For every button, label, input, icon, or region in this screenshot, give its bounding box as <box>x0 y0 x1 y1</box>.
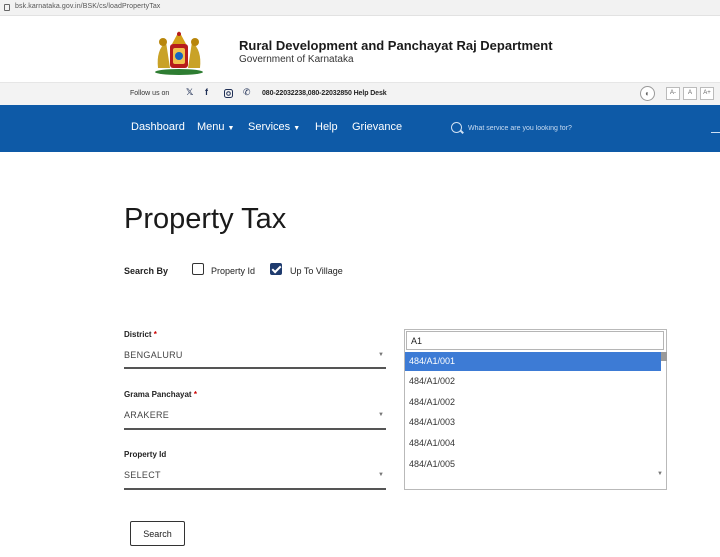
dropdown-option[interactable]: 484/A1/003 <box>405 413 661 432</box>
nav-label: Services <box>248 121 291 133</box>
nav-divider <box>711 132 720 133</box>
dropdown-option[interactable]: 484/A1/004 <box>405 434 661 453</box>
grama-panchayat-label: Grama Panchayat * <box>124 390 197 399</box>
url-text: bsk.karnataka.gov.in/BSK/cs/loadProperty… <box>15 3 161 10</box>
grama-panchayat-select-underline <box>124 428 386 430</box>
property-id-label: Property Id <box>124 450 167 459</box>
utility-bar: Follow us on 𝕏 f ✆ 080-22032238,080-2203… <box>0 82 720 105</box>
search-by-label: Search By <box>124 266 169 276</box>
required-mark: * <box>193 390 197 399</box>
twitter-icon[interactable]: 𝕏 <box>186 87 193 98</box>
nav-item-grievance[interactable]: Grievance <box>352 121 402 133</box>
chevron-down-icon: ▼ <box>227 125 235 132</box>
department-subtitle: Government of Karnataka <box>239 54 354 65</box>
dropdown-option[interactable]: 484/A1/005 <box>405 455 661 468</box>
chevron-down-icon[interactable]: ▼ <box>657 471 663 477</box>
dropdown-option[interactable]: 484/A1/001 <box>405 352 661 371</box>
browser-address-bar[interactable]: bsk.karnataka.gov.in/BSK/cs/loadProperty… <box>0 0 720 16</box>
district-select-value[interactable]: BENGALURU <box>124 350 183 360</box>
nav-label: Help <box>315 121 338 133</box>
nav-item-dashboard[interactable]: Dashboard <box>131 121 185 133</box>
facebook-icon[interactable]: f <box>205 87 208 97</box>
grama-panchayat-select-value[interactable]: ARAKERE <box>124 410 169 420</box>
chevron-down-icon[interactable]: ▼ <box>378 352 384 358</box>
follow-us-label: Follow us on <box>130 90 170 97</box>
required-mark: * <box>153 330 157 339</box>
contrast-toggle-button[interactable]: ◐ <box>640 86 655 101</box>
nav-label: Grievance <box>352 121 403 133</box>
dropdown-search-input[interactable] <box>406 331 664 350</box>
page-title: Property Tax <box>124 203 287 235</box>
property-id-option-label: Property Id <box>211 266 256 276</box>
main-navigation: Dashboard Menu ▼ Services ▼ Help Grievance <box>0 105 720 152</box>
dropdown-option[interactable]: 484/A1/002 <box>405 372 661 391</box>
district-label-text: District <box>124 330 152 339</box>
department-title: Rural Development and Panchayat Raj Depa… <box>239 38 553 53</box>
dropdown-options-list[interactable]: 484/A1/001 484/A1/002 484/A1/002 484/A1/… <box>405 352 666 468</box>
district-label: District * <box>124 330 157 339</box>
grama-panchayat-label-text: Grama Panchayat <box>124 390 192 399</box>
site-header: Rural Development and Panchayat Raj Depa… <box>0 16 720 82</box>
font-normal-button[interactable]: A <box>683 87 697 100</box>
nav-item-help[interactable]: Help <box>315 121 338 133</box>
property-id-select-value[interactable]: SELECT <box>124 470 161 480</box>
dropdown-scrollbar[interactable] <box>661 352 667 361</box>
phone-icon: ✆ <box>243 87 251 97</box>
font-decrease-button[interactable]: A- <box>666 87 680 100</box>
service-search-input[interactable] <box>468 119 708 137</box>
karnataka-emblem-logo <box>155 31 203 75</box>
dropdown-option[interactable]: 484/A1/002 <box>405 393 661 412</box>
nav-label: Menu <box>197 121 225 133</box>
chevron-down-icon[interactable]: ▼ <box>378 412 384 418</box>
nav-label: Dashboard <box>131 121 185 133</box>
search-icon <box>451 122 462 133</box>
up-to-village-checkbox[interactable] <box>270 263 282 275</box>
search-button[interactable]: Search <box>130 521 185 546</box>
font-increase-button[interactable]: A+ <box>700 87 714 100</box>
nav-item-services[interactable]: Services ▼ <box>248 121 300 133</box>
helpdesk-numbers: 080-22032238,080-22032850 Help Desk <box>262 90 387 97</box>
property-id-select-underline <box>124 488 386 490</box>
nav-item-menu[interactable]: Menu ▼ <box>197 121 234 133</box>
lock-icon <box>4 4 10 11</box>
up-to-village-option-label: Up To Village <box>290 266 343 276</box>
chevron-down-icon: ▼ <box>293 125 301 132</box>
instagram-icon[interactable] <box>224 89 233 98</box>
chevron-down-icon[interactable]: ▼ <box>378 472 384 478</box>
district-select-underline <box>124 367 386 369</box>
property-id-checkbox[interactable] <box>192 263 204 275</box>
